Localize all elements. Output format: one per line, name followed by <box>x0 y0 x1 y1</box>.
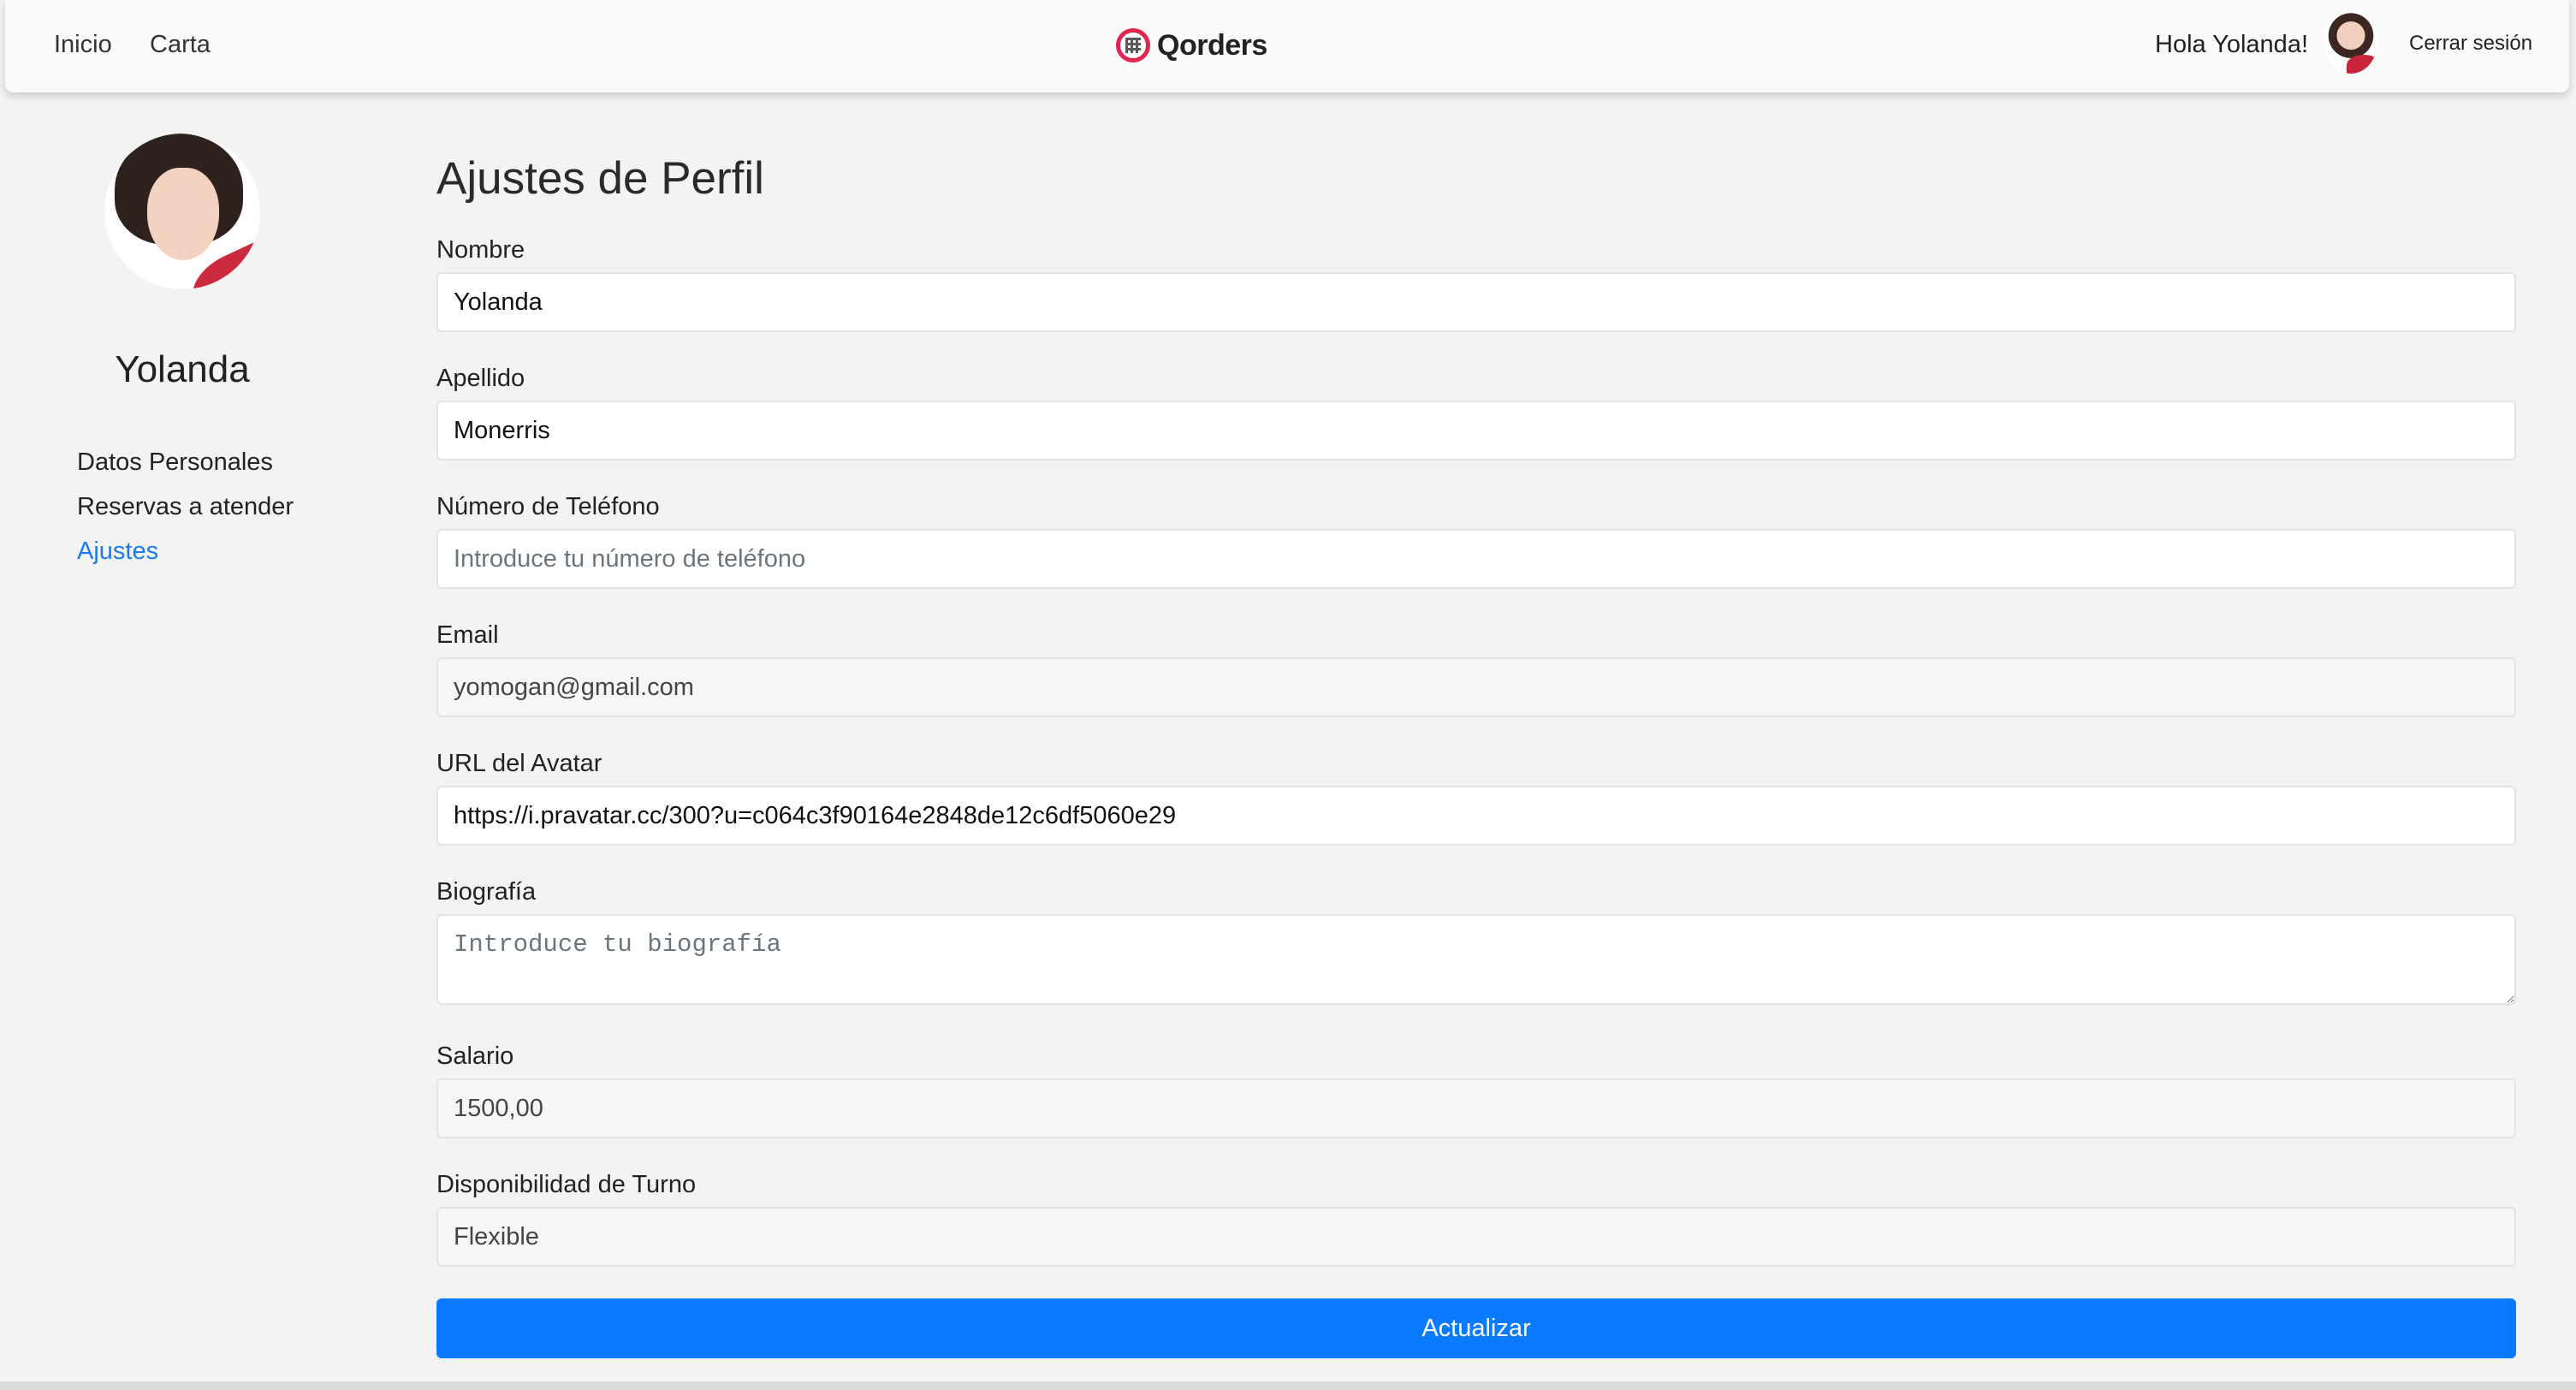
avatar-url-label: URL del Avatar <box>436 750 602 777</box>
profile-name: Yolanda <box>115 348 250 390</box>
brand-logo-link[interactable]: Qorders <box>1116 24 1267 67</box>
email-field <box>436 657 2516 717</box>
avatar-url-field[interactable] <box>436 786 2516 846</box>
qr-logo-icon <box>1116 28 1150 62</box>
nombre-field[interactable] <box>436 272 2516 332</box>
brand-name: Qorders <box>1157 28 1267 62</box>
actualizar-button[interactable]: Actualizar <box>436 1298 2516 1358</box>
profile-avatar <box>104 134 260 289</box>
apellido-field[interactable] <box>436 401 2516 460</box>
apellido-label: Apellido <box>436 365 525 392</box>
sidebar-item-datos-personales[interactable]: Datos Personales <box>77 445 273 479</box>
user-greeting: Hola Yolanda! <box>2155 31 2308 58</box>
sidebar-item-reservas[interactable]: Reservas a atender <box>77 490 294 524</box>
user-avatar[interactable] <box>2324 10 2377 74</box>
salario-label: Salario <box>436 1042 514 1070</box>
sidebar-item-ajustes[interactable]: Ajustes <box>77 534 158 568</box>
email-label: Email <box>436 621 499 649</box>
biografia-textarea[interactable] <box>436 914 2516 1005</box>
telefono-label: Número de Teléfono <box>436 493 660 520</box>
turno-label: Disponibilidad de Turno <box>436 1171 697 1198</box>
salario-field <box>436 1078 2516 1138</box>
logout-link[interactable]: Cerrar sesión <box>2409 28 2532 59</box>
page-title: Ajustes de Perfil <box>436 153 764 204</box>
turno-field <box>436 1207 2516 1267</box>
nombre-label: Nombre <box>436 236 525 264</box>
nav-link-carta[interactable]: Carta <box>150 26 211 63</box>
nav-link-inicio[interactable]: Inicio <box>54 26 112 63</box>
telefono-field[interactable] <box>436 529 2516 589</box>
biografia-label: Biografía <box>436 878 537 906</box>
bottom-divider <box>0 1381 2576 1390</box>
top-navbar: Inicio Carta Qorders Hola Yolanda! Cerra… <box>5 0 2569 92</box>
